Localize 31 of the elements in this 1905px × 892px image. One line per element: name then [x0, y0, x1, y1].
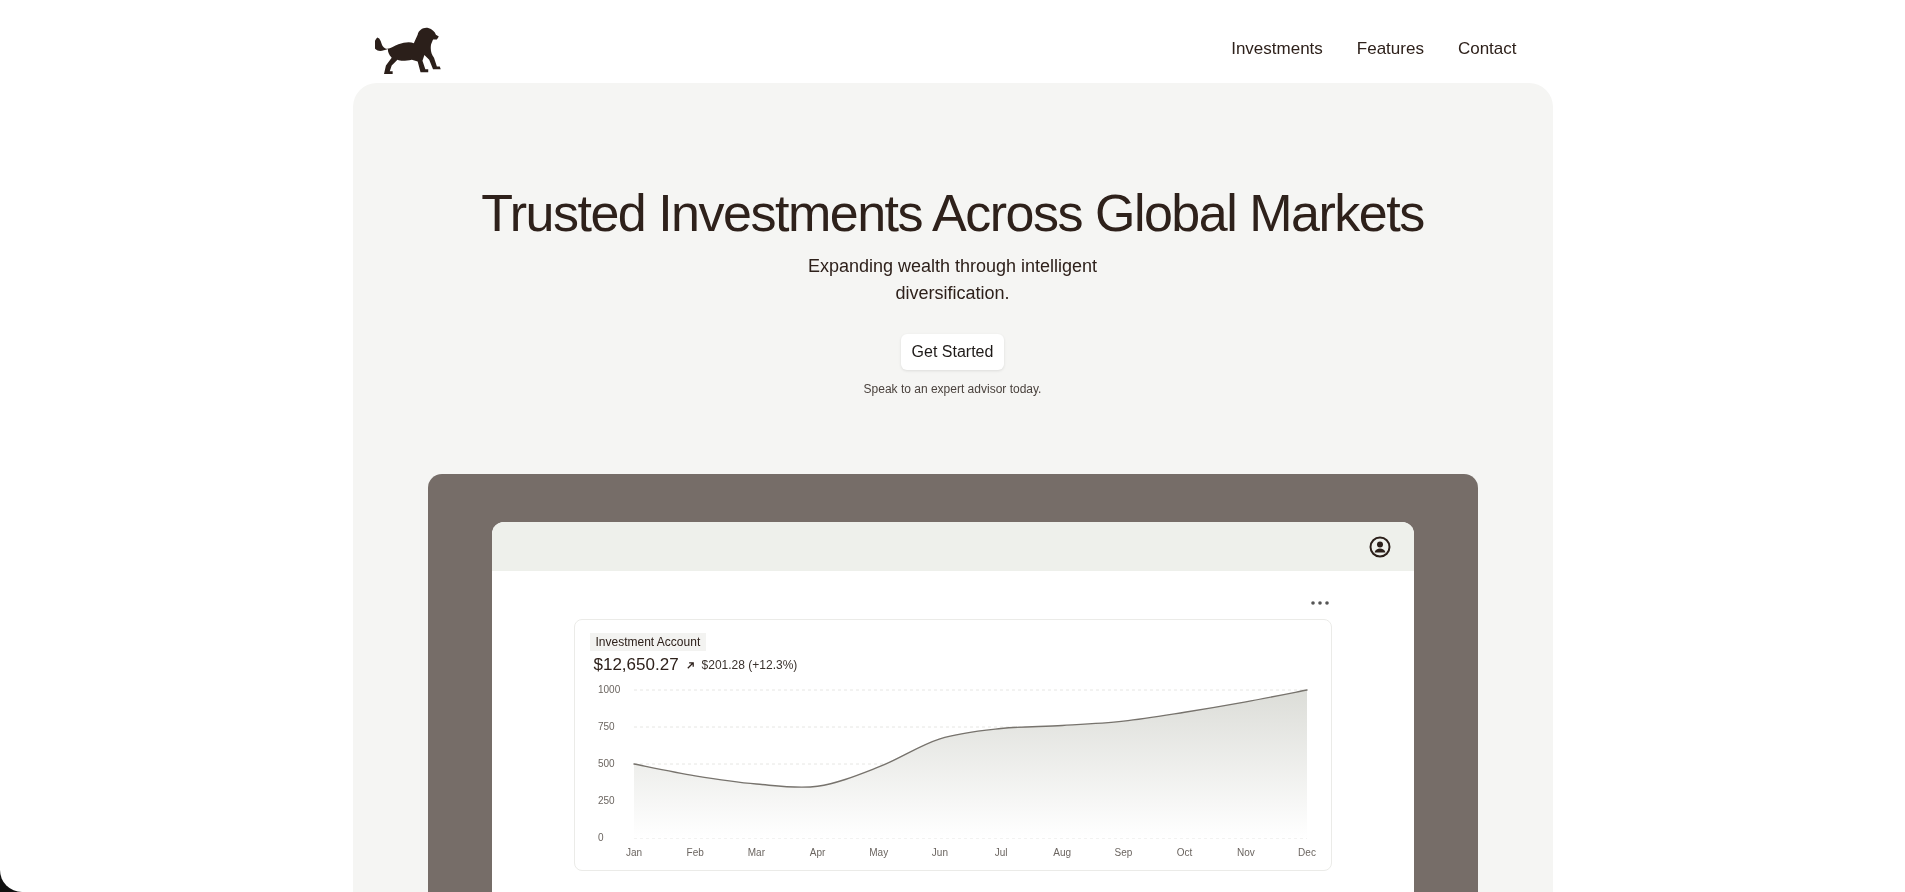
balance-change: $201.28 (+12.3%) [701, 658, 798, 672]
axis-label: 0 [597, 832, 604, 843]
hero-title: Trusted Investments Across Global Markets [481, 183, 1424, 243]
get-started-button[interactable]: Get Started [900, 334, 1005, 370]
axis-label: Jun [931, 847, 948, 858]
axis-label: Aug [1052, 847, 1071, 858]
user-icon[interactable] [1368, 535, 1391, 558]
arrow-up-right-icon [685, 660, 695, 670]
axis-label: Oct [1176, 847, 1192, 858]
axis-label: Apr [809, 847, 825, 858]
axis-label: Mar [747, 847, 765, 858]
axis-label: 1000 [597, 684, 620, 695]
axis-label: 750 [597, 721, 615, 732]
axis-label: Dec [1297, 847, 1316, 858]
axis-label: Feb [686, 847, 704, 858]
lion-logo[interactable] [374, 27, 443, 77]
axis-label: Nov [1236, 847, 1255, 858]
axis-label: 500 [597, 758, 615, 769]
nav-link[interactable]: Features [1356, 38, 1424, 59]
nav-link[interactable]: Investments [1231, 38, 1323, 59]
axis-label: May [868, 847, 888, 858]
axis-label: Jul [994, 847, 1007, 858]
nav-link[interactable]: Contact [1457, 38, 1517, 59]
account-balance: $12,650.27 [593, 655, 679, 675]
hero-subtitle: Expanding wealth through intelligent diversification. [806, 255, 1099, 305]
axis-label: Jan [625, 847, 642, 858]
axis-label: Sep [1114, 847, 1132, 858]
axis-label: 250 [597, 795, 615, 806]
account-label: Investment Account [589, 633, 707, 651]
more-icon[interactable] [1310, 601, 1329, 605]
hero-note: Speak to an expert advisor today. [863, 382, 1042, 396]
